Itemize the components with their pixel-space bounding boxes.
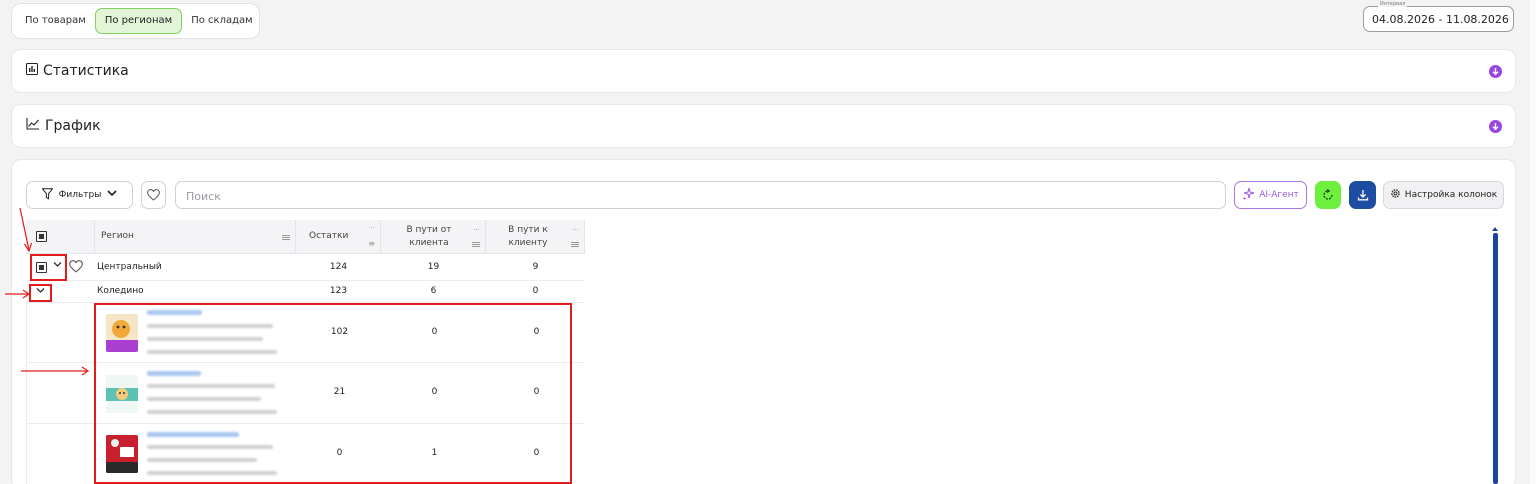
heart-icon[interactable] [69,260,83,276]
date-range-caption: Интервал [1378,1,1408,7]
column-menu-icon[interactable] [472,242,480,247]
statistics-panel[interactable]: Статистика [11,49,1516,93]
expand-chart-icon[interactable] [1489,120,1502,133]
annotation-arrow-right [21,366,90,376]
header-region[interactable]: Регион [95,220,296,254]
window-edge [1530,0,1536,484]
funnel-icon [41,187,54,203]
column-options-icon[interactable]: ··· [473,224,480,237]
filters-button[interactable]: Фильтры [26,181,133,209]
select-all-checkbox[interactable] [36,231,47,242]
line-chart-icon [26,118,40,134]
tab-by-products[interactable]: По товарам [16,8,95,34]
tab-by-warehouses[interactable]: По складам [182,8,261,34]
header-region-label: Регион [101,231,134,241]
download-button[interactable] [1349,181,1376,209]
header-stock-label: Остатки [309,231,349,241]
table-row-warehouse[interactable]: Коледино 123 6 0 [26,281,585,303]
chevron-down-icon [107,190,117,200]
header-stock[interactable]: Остатки ··· ≡ [296,220,381,254]
table-header: Регион Остатки ··· ≡ В пути от клиента ·… [26,220,585,254]
statistics-title: Статистика [43,63,129,79]
filters-label: Фильтры [58,190,102,200]
expand-statistics-icon[interactable] [1489,65,1502,78]
header-select-cell [26,220,95,254]
date-range-field[interactable]: 04.08.2026 - 11.08.2026 [1363,6,1514,32]
scroll-up-icon[interactable] [1492,227,1498,231]
region-to-client: 9 [532,262,539,272]
column-options-icon[interactable]: ··· [572,224,579,237]
column-menu-icon[interactable] [571,242,579,247]
chart-panel[interactable]: График [11,104,1516,148]
scroll-thumb[interactable] [1493,233,1498,484]
tab-by-regions[interactable]: По регионам [94,8,183,34]
header-from-client[interactable]: В пути от клиента ··· [381,220,486,254]
refresh-button[interactable] [1315,181,1341,209]
header-from-client-label: В пути от клиента [406,225,452,248]
search-input[interactable]: Поиск [175,181,1226,209]
favorites-button[interactable] [141,181,166,209]
chart-title: График [45,118,101,134]
download-icon [1357,186,1369,205]
annotation-arrow-down [19,207,33,253]
annotation-box-expand [29,284,52,302]
ai-agent-label: AI-Агент [1259,190,1299,200]
column-menu-icon[interactable] [282,235,290,240]
table-scrollbar[interactable] [1491,227,1499,484]
column-options-icon[interactable]: ··· [368,224,375,232]
region-name: Центральный [97,262,162,272]
header-to-client-label: В пути к клиенту [508,225,548,248]
annotation-box-row-controls [30,254,67,281]
sort-icon[interactable]: ≡ [368,239,375,248]
ai-agent-button[interactable]: AI-Агент [1234,181,1307,209]
annotation-box-products [94,303,572,484]
heart-icon [147,186,160,205]
gear-icon [1390,188,1401,202]
region-stock: 124 [329,262,348,272]
annotation-arrow-right [5,289,30,299]
sparkle-icon [1242,187,1255,203]
column-settings-button[interactable]: Настройка колонок [1383,181,1504,209]
refresh-icon [1322,186,1334,205]
table-row-region[interactable]: Центральный 124 19 9 [26,254,585,281]
header-to-client[interactable]: В пути к клиенту ··· [486,220,585,254]
statistics-icon [26,63,38,79]
region-from-client: 19 [427,262,440,272]
warehouse-stock: 123 [329,286,348,296]
warehouse-to-client: 0 [532,286,539,296]
column-settings-label: Настройка колонок [1404,190,1498,200]
warehouse-name: Коледино [97,286,144,296]
warehouse-from-client: 6 [430,286,437,296]
view-tabs: По товарам По регионам По складам [11,3,260,39]
